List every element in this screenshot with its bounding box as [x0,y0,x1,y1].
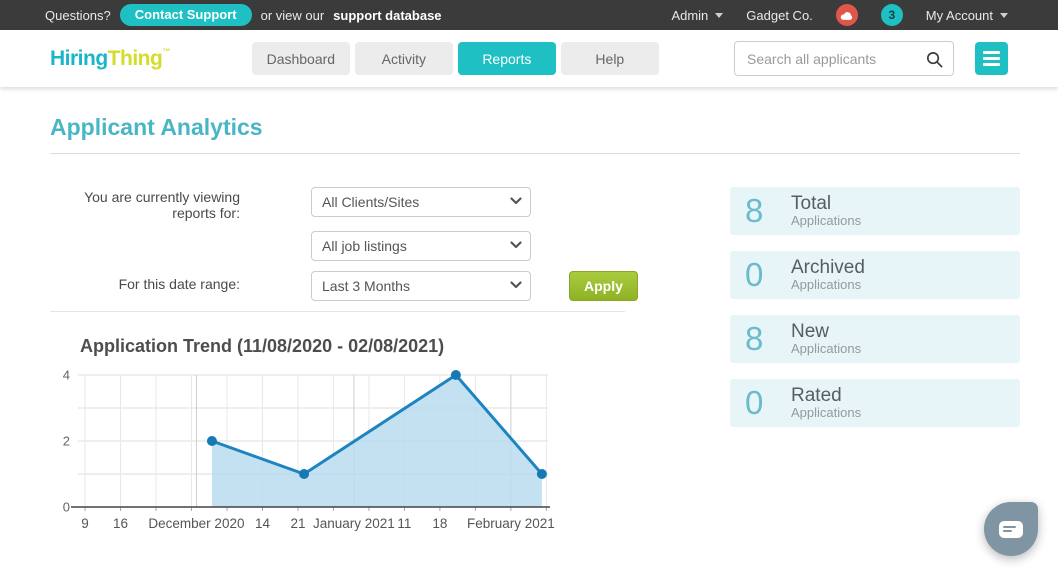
jobs-select-wrap: All job listings [311,231,531,261]
x-tick-label: December 2020 [148,516,244,531]
date-filter-row: For this date range: Last 3 Months Apply [50,271,689,301]
stat-label: Total [791,194,861,214]
stat-label: New [791,322,861,342]
report-column: You are currently viewing reports for: A… [50,187,689,535]
data-point[interactable] [537,469,547,479]
stat-card-archived: 0 Archived Applications [730,251,1020,299]
data-point[interactable] [451,370,461,380]
title-divider [50,153,1020,154]
date-select-wrap: Last 3 Months [311,271,531,301]
my-account-label: My Account [926,8,993,23]
alert-badge[interactable] [836,4,858,26]
apply-button[interactable]: Apply [569,271,638,301]
tab-reports[interactable]: Reports [458,42,556,75]
main-navbar: HiringThing™ Dashboard Activity Reports … [0,30,1058,87]
chat-bubble-icon [999,521,1023,538]
hiringthing-logo[interactable]: HiringThing™ [50,47,170,71]
stat-sublabel: Applications [791,278,865,292]
y-tick-label: 4 [63,368,70,383]
page-title: Applicant Analytics [50,114,1020,141]
stat-label: Rated [791,386,861,406]
stat-sublabel: Applications [791,406,861,420]
content: Applicant Analytics You are currently vi… [0,114,1058,535]
x-tick-label: 18 [432,516,447,531]
date-range-select[interactable]: Last 3 Months [311,271,531,301]
clients-filter-row: You are currently viewing reports for: A… [50,187,689,221]
stat-label: Archived [791,258,865,278]
menu-button[interactable] [975,42,1008,75]
stat-sublabel: Applications [791,214,861,228]
chevron-down-icon [1000,13,1008,18]
or-view-our-label: or view our [261,8,325,23]
hamburger-icon [983,51,1000,54]
x-tick-label: 9 [81,516,89,531]
x-tick-label: January 2021 [313,516,395,531]
trademark-symbol: ™ [162,47,170,56]
y-tick-label: 2 [63,434,70,449]
stats-sidebar: 8 Total Applications 0 Archived Applicat… [730,187,1020,535]
filter-divider [50,311,625,312]
tab-activity[interactable]: Activity [355,42,453,75]
x-tick-label: 14 [255,516,271,531]
clients-sites-select[interactable]: All Clients/Sites [311,187,531,217]
admin-label: Admin [671,8,708,23]
date-range-label: For this date range: [50,271,240,293]
data-point[interactable] [299,469,309,479]
search-input[interactable] [734,41,954,76]
stat-sublabel: Applications [791,342,861,356]
chevron-down-icon [715,13,723,18]
viewing-reports-label: You are currently viewing reports for: [50,187,240,221]
notification-badge[interactable]: 3 [881,4,903,26]
company-name[interactable]: Gadget Co. [746,8,813,23]
application-trend-chart: 0 2 4 9 16 14 21 11 18 February 2021 December 2020… [60,367,560,535]
x-tick-label: 21 [290,516,305,531]
account-area: Admin Gadget Co. 3 My Account [671,4,1008,26]
data-point[interactable] [207,436,217,446]
cloud-icon [839,10,854,21]
x-tick-label: February 2021 [467,516,555,531]
stat-value: 0 [745,256,783,294]
jobs-filter-row: All job listings [50,231,689,261]
x-tick-label: 16 [113,516,128,531]
support-database-link[interactable]: support database [333,8,441,23]
x-tick-label: 11 [397,516,411,531]
tab-help[interactable]: Help [561,42,659,75]
my-account-menu[interactable]: My Account [926,8,1008,23]
notification-count: 3 [888,8,895,22]
admin-menu[interactable]: Admin [671,8,723,23]
applicant-search [734,41,954,76]
y-tick-label: 0 [63,500,70,515]
stat-card-new: 8 New Applications [730,315,1020,363]
tab-dashboard[interactable]: Dashboard [252,42,350,75]
questions-label: Questions? [45,8,111,23]
stat-card-total: 8 Total Applications [730,187,1020,235]
stat-value: 8 [745,320,783,358]
page: Questions? Contact Support or view our s… [0,0,1058,574]
stat-value: 8 [745,192,783,230]
search-button[interactable] [923,48,946,74]
chat-launcher-button[interactable] [984,502,1038,556]
job-listings-select[interactable]: All job listings [311,231,531,261]
support-links: Questions? Contact Support or view our s… [45,4,442,26]
search-icon [925,50,944,69]
trend-chart-svg: 0 2 4 9 16 14 21 11 18 February 2021 December 2020… [60,367,560,535]
stat-value: 0 [745,384,783,422]
stat-card-rated: 0 Rated Applications [730,379,1020,427]
contact-support-button[interactable]: Contact Support [120,4,252,26]
clients-select-wrap: All Clients/Sites [311,187,531,217]
nav-tabs: Dashboard Activity Reports Help [252,42,659,75]
chart-title: Application Trend (11/08/2020 - 02/08/20… [80,336,689,357]
top-utility-bar: Questions? Contact Support or view our s… [0,0,1058,30]
